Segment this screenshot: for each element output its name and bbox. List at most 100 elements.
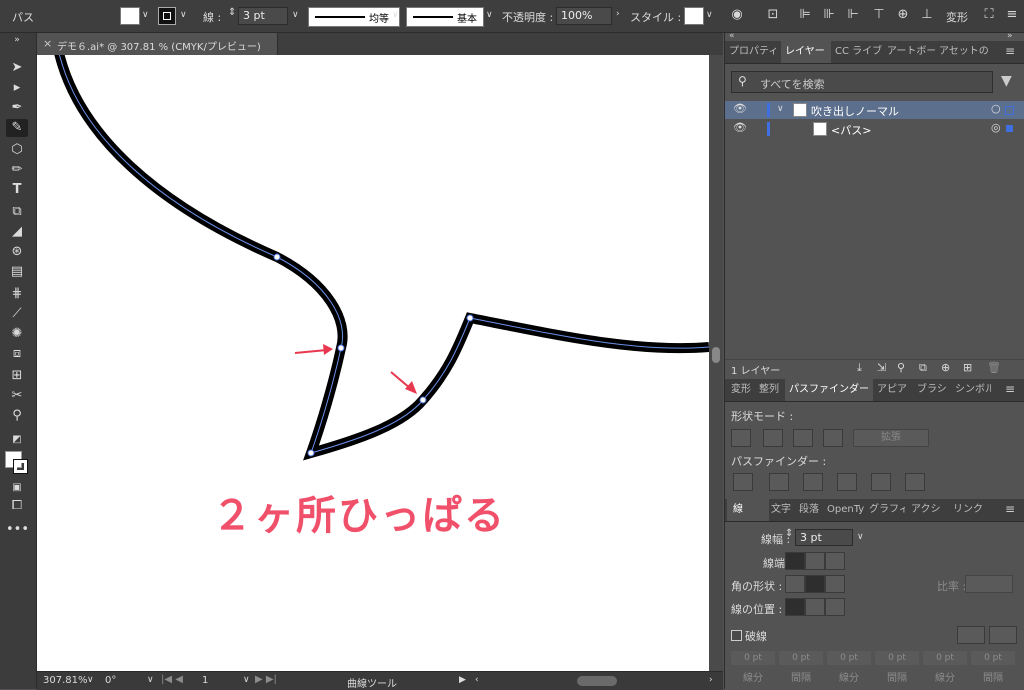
anchor-point-dragged-1[interactable]	[337, 344, 345, 352]
gap-field-3[interactable]: 0 pt	[971, 651, 1015, 665]
last-artboard-icon[interactable]: ▶ ▶|	[255, 674, 277, 685]
align-inside-button[interactable]	[805, 598, 825, 616]
exclude-button[interactable]	[823, 429, 843, 447]
sublayer-row[interactable]: 👁 <パス> ◎	[725, 120, 1024, 138]
tab-brushes[interactable]: ブラシ	[917, 379, 949, 401]
layers-search-input[interactable]: ⚲ すべてを検索	[731, 71, 993, 93]
pathfinder-menu-icon[interactable]: ≡	[1005, 382, 1015, 396]
new-sublayer-icon[interactable]: ⊕	[941, 361, 950, 374]
pen-tool-icon[interactable]: ✒	[6, 99, 28, 117]
new-layer-icon[interactable]: ⊞	[963, 361, 972, 374]
speech-bubble-path[interactable]	[54, 55, 709, 461]
locate-object-icon[interactable]: ⇲	[877, 361, 886, 374]
slice-tool-icon[interactable]: ✂	[6, 387, 28, 405]
collapse-panels-icon[interactable]: «	[729, 31, 735, 41]
horizontal-scroll-thumb[interactable]	[577, 676, 617, 686]
tab-align[interactable]: 整列	[759, 379, 783, 401]
round-join-button[interactable]	[805, 575, 825, 593]
clipping-mask-icon[interactable]: ⧉	[919, 361, 927, 375]
layers-menu-icon[interactable]: ≡	[1005, 44, 1015, 58]
opacity-arrow-icon[interactable]: ›	[616, 9, 620, 19]
brush-tool-icon[interactable]: ✏	[6, 161, 28, 179]
dash-field-1[interactable]: 0 pt	[731, 651, 775, 665]
layer-row[interactable]: 👁 ∨ 吹き出しノーマル ○	[725, 101, 1024, 119]
default-colors-icon[interactable]: ◩	[6, 431, 28, 449]
align-top-icon[interactable]: ⊤	[870, 6, 888, 24]
round-cap-button[interactable]	[805, 552, 825, 570]
tab-actions[interactable]: アクシ	[911, 499, 947, 521]
tab-graphic-styles[interactable]: グラフィ	[869, 499, 905, 521]
color-mode-icon[interactable]: ▣	[6, 479, 28, 497]
tab-pathfinder[interactable]: パスファインダー	[785, 379, 873, 401]
eraser-tool-icon[interactable]: ◢	[6, 223, 28, 241]
filter-icon[interactable]: ▼	[1001, 73, 1012, 89]
brush-select[interactable]: 基本	[406, 7, 484, 27]
rotation-dropdown-icon[interactable]: ∨	[147, 675, 154, 685]
layer-expand-icon[interactable]: ∨	[777, 104, 784, 114]
align-right-icon[interactable]: ⊩	[844, 6, 862, 24]
collect-export-icon[interactable]: ⤓	[857, 361, 862, 375]
expand-panels-icon[interactable]: »	[1007, 31, 1013, 41]
close-tab-icon[interactable]: ×	[43, 37, 52, 50]
stroke-dropdown-icon[interactable]: ∨	[180, 10, 187, 20]
tab-paragraph[interactable]: 段落	[799, 499, 821, 521]
outline-button[interactable]	[871, 473, 891, 491]
merge-button[interactable]	[803, 473, 823, 491]
symbol-sprayer-tool-icon[interactable]: ✺	[6, 325, 28, 343]
recolor-icon[interactable]: ◉	[728, 6, 746, 24]
stroke-stepper-icon[interactable]: ⇕	[228, 7, 236, 18]
preserve-dash-button[interactable]	[957, 626, 985, 644]
align-center-button[interactable]	[785, 598, 805, 616]
screen-mode-icon[interactable]: ⧠	[6, 497, 28, 515]
direct-selection-tool-icon[interactable]: ▸	[6, 79, 28, 97]
stroke-swatch[interactable]	[158, 7, 176, 25]
selection-indicator[interactable]	[1006, 125, 1013, 132]
target-icon[interactable]: ◎	[991, 121, 1001, 134]
selection-tool-icon[interactable]: ➤	[6, 59, 28, 77]
stroke-weight-stepper-icon[interactable]: ⇕	[785, 528, 793, 539]
fill-swatch[interactable]	[120, 7, 140, 25]
gap-field-2[interactable]: 0 pt	[875, 651, 919, 665]
artboard-tool-icon[interactable]: ⊞	[6, 367, 28, 385]
collapse-tools-icon[interactable]: »	[6, 31, 28, 49]
style-dropdown-icon[interactable]: ∨	[706, 10, 713, 20]
align-left-icon[interactable]: ⊫	[796, 6, 814, 24]
scroll-right-icon[interactable]: ›	[709, 675, 713, 685]
unite-button[interactable]	[731, 429, 751, 447]
opacity-field[interactable]: 100%	[556, 7, 612, 25]
tab-layers[interactable]: レイヤー	[781, 41, 831, 63]
tab-symbols[interactable]: シンボル	[955, 379, 991, 401]
panel-menu-icon[interactable]: ≡	[1004, 6, 1020, 24]
first-artboard-icon[interactable]: |◀ ◀	[161, 674, 183, 685]
gap-field-1[interactable]: 0 pt	[779, 651, 823, 665]
stroke-weight-dropdown-icon[interactable]: ∨	[857, 532, 864, 542]
gradient-tool-icon[interactable]: ▤	[6, 263, 28, 281]
tab-links[interactable]: リンク	[953, 499, 983, 521]
selection-indicator[interactable]	[1005, 106, 1014, 115]
tab-cc-libraries[interactable]: CC ライブ	[835, 41, 883, 63]
fill-dropdown-icon[interactable]: ∨	[142, 10, 149, 20]
tab-asset-export[interactable]: アセットの	[939, 41, 989, 63]
isolate-icon[interactable]: ⛶	[980, 6, 998, 24]
scroll-thumb[interactable]	[712, 347, 720, 363]
dash-field-3[interactable]: 0 pt	[923, 651, 967, 665]
curvature-tool-icon[interactable]: ✎	[6, 119, 28, 137]
divide-button[interactable]	[733, 473, 753, 491]
anchor-point-corner[interactable]	[466, 314, 474, 322]
status-menu-icon[interactable]: ▶	[459, 675, 466, 685]
tab-properties[interactable]: プロパティ	[729, 41, 779, 63]
style-swatch[interactable]	[684, 7, 704, 25]
type-tool-icon[interactable]: T	[6, 181, 28, 199]
profile-select[interactable]: 均等	[308, 7, 400, 27]
target-icon[interactable]: ○	[991, 102, 1001, 115]
align-outside-button[interactable]	[825, 598, 845, 616]
crop-button[interactable]	[837, 473, 857, 491]
tab-transform[interactable]: 変形	[731, 379, 755, 401]
anchor-point[interactable]	[273, 253, 281, 261]
stroke-weight-dropdown-icon[interactable]: ∨	[292, 10, 299, 20]
layer-name[interactable]: 吹き出しノーマル	[811, 103, 899, 119]
document-setup-icon[interactable]: ⊡	[764, 6, 782, 24]
align-bottom-icon[interactable]: ⊥	[918, 6, 936, 24]
document-tab[interactable]: × デモ６.ai* @ 307.81 % (CMYK/プレビュー)	[37, 33, 278, 55]
miter-join-button[interactable]	[785, 575, 805, 593]
